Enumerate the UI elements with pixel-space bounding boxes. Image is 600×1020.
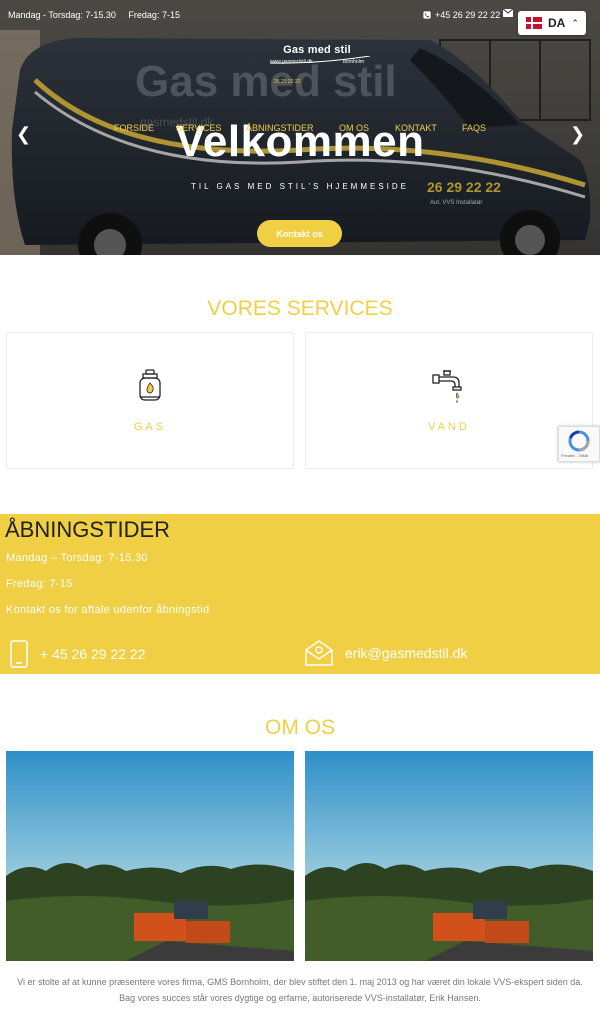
nav-item-faqs[interactable]: FAQS [462, 123, 486, 133]
mobile-phone-icon [10, 640, 28, 668]
contact-us-button[interactable]: Kontakt os [257, 220, 342, 247]
service-card-gas[interactable]: GAS [6, 332, 294, 469]
recaptcha-icon [568, 430, 590, 452]
service-label-vand: VAND [428, 421, 470, 433]
topbar-phone-link[interactable]: +45 26 29 22 22 [423, 10, 500, 20]
nav-item-services[interactable]: SERVICES [176, 123, 221, 133]
about-photo-right [305, 751, 593, 961]
logo-swoosh-icon [269, 56, 371, 64]
hours-email-link[interactable]: erik@gasmedstil.dk [305, 640, 467, 666]
top-bar: Mandag - Torsdag: 7-15.30 Fredag: 7-15 +… [0, 0, 600, 30]
service-card-vand[interactable]: VAND [305, 332, 593, 469]
nav-item-forside[interactable]: FORSIDE [114, 123, 154, 133]
landscape-photo [6, 751, 294, 961]
topbar-mail-link[interactable] [502, 8, 514, 19]
danish-flag-icon [526, 17, 542, 29]
nav-item-om-os[interactable]: OM OS [339, 123, 369, 133]
language-switcher[interactable]: DA ⌃ [518, 11, 586, 35]
hours-email: erik@gasmedstil.dk [345, 645, 468, 661]
site-logo[interactable]: Gas med stil www.gasmedstil.dk Bornholm … [262, 44, 372, 85]
logo-phone: 26 29 22 22 [274, 79, 301, 85]
opening-hours-friday: Fredag: 7-15 [6, 578, 73, 590]
gas-cylinder-icon [139, 369, 161, 401]
about-photo-left [6, 751, 294, 961]
slider-prev-arrow-icon[interactable]: ❮ [16, 124, 31, 145]
opening-hours-weekdays: Mandag – Torsdag: 7-15.30 [6, 552, 148, 564]
about-title: OM OS [264, 716, 335, 739]
mail-icon [502, 8, 514, 17]
opening-hours-note: Kontakt os for aftale udenfor åbningstid [6, 604, 210, 616]
logo-name: Gas med stil [283, 44, 351, 56]
opening-hours-section: ÅBNINGSTIDER Mandag – Torsdag: 7-15.30 F… [0, 514, 600, 674]
topbar-hours-friday: Fredag: 7-15 [128, 10, 180, 20]
topbar-hours: Mandag - Torsdag: 7-15.30 Fredag: 7-15 [8, 10, 190, 20]
hours-phone: + 45 26 29 22 22 [40, 646, 146, 662]
nav-item-aabningstider[interactable]: ÅBNINGSTIDER [246, 123, 314, 133]
language-code: DA [548, 16, 566, 30]
chevron-up-icon: ⌃ [571, 17, 579, 28]
service-label-gas: GAS [133, 421, 167, 433]
email-envelope-icon [305, 640, 333, 666]
hours-phone-link[interactable]: + 45 26 29 22 22 [10, 640, 146, 668]
opening-hours-title: ÅBNINGSTIDER [5, 517, 171, 542]
phone-icon [423, 11, 431, 19]
topbar-phone: +45 26 29 22 22 [435, 10, 501, 20]
nav-item-kontakt[interactable]: KONTAKT [395, 123, 437, 133]
slider-next-arrow-icon[interactable]: ❯ [570, 124, 585, 145]
water-tap-icon [432, 370, 462, 403]
hero-subtitle: TIL GAS MED STIL'S HJEMMESIDE [190, 182, 410, 191]
main-nav: FORSIDE SERVICES ÅBNINGSTIDER OM OS KONT… [0, 123, 600, 137]
services-title: VORES SERVICES [207, 297, 393, 320]
landscape-photo [305, 751, 593, 961]
recaptcha-text: Privatliv - Vilkår [561, 453, 589, 458]
about-text: Vi er stolte af at kunne præsentere vore… [17, 977, 583, 1003]
recaptcha-badge[interactable]: Privatliv - Vilkår [558, 426, 600, 462]
topbar-hours-weekdays: Mandag - Torsdag: 7-15.30 [8, 10, 116, 20]
